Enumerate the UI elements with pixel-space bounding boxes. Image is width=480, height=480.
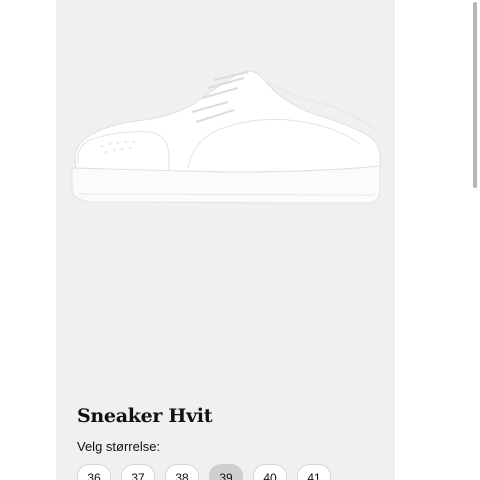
scrollbar-thumb[interactable]	[473, 2, 477, 188]
size-selector: 36 37 38 39 40 41	[77, 464, 331, 480]
size-option-38[interactable]: 38	[165, 464, 199, 480]
size-select-label: Velg størrelse:	[77, 439, 161, 454]
size-option-36[interactable]: 36	[77, 464, 111, 480]
product-card: Sneaker Hvit Velg størrelse: 36 37 38 39…	[56, 0, 395, 480]
sneaker-image	[71, 70, 381, 204]
page-scrollbar[interactable]	[472, 0, 480, 480]
size-option-39-selected[interactable]: 39	[209, 464, 243, 480]
product-title: Sneaker Hvit	[77, 405, 213, 427]
size-option-37[interactable]: 37	[121, 464, 155, 480]
size-option-41[interactable]: 41	[297, 464, 331, 480]
size-option-40[interactable]: 40	[253, 464, 287, 480]
product-page: Sneaker Hvit Velg størrelse: 36 37 38 39…	[0, 0, 480, 480]
